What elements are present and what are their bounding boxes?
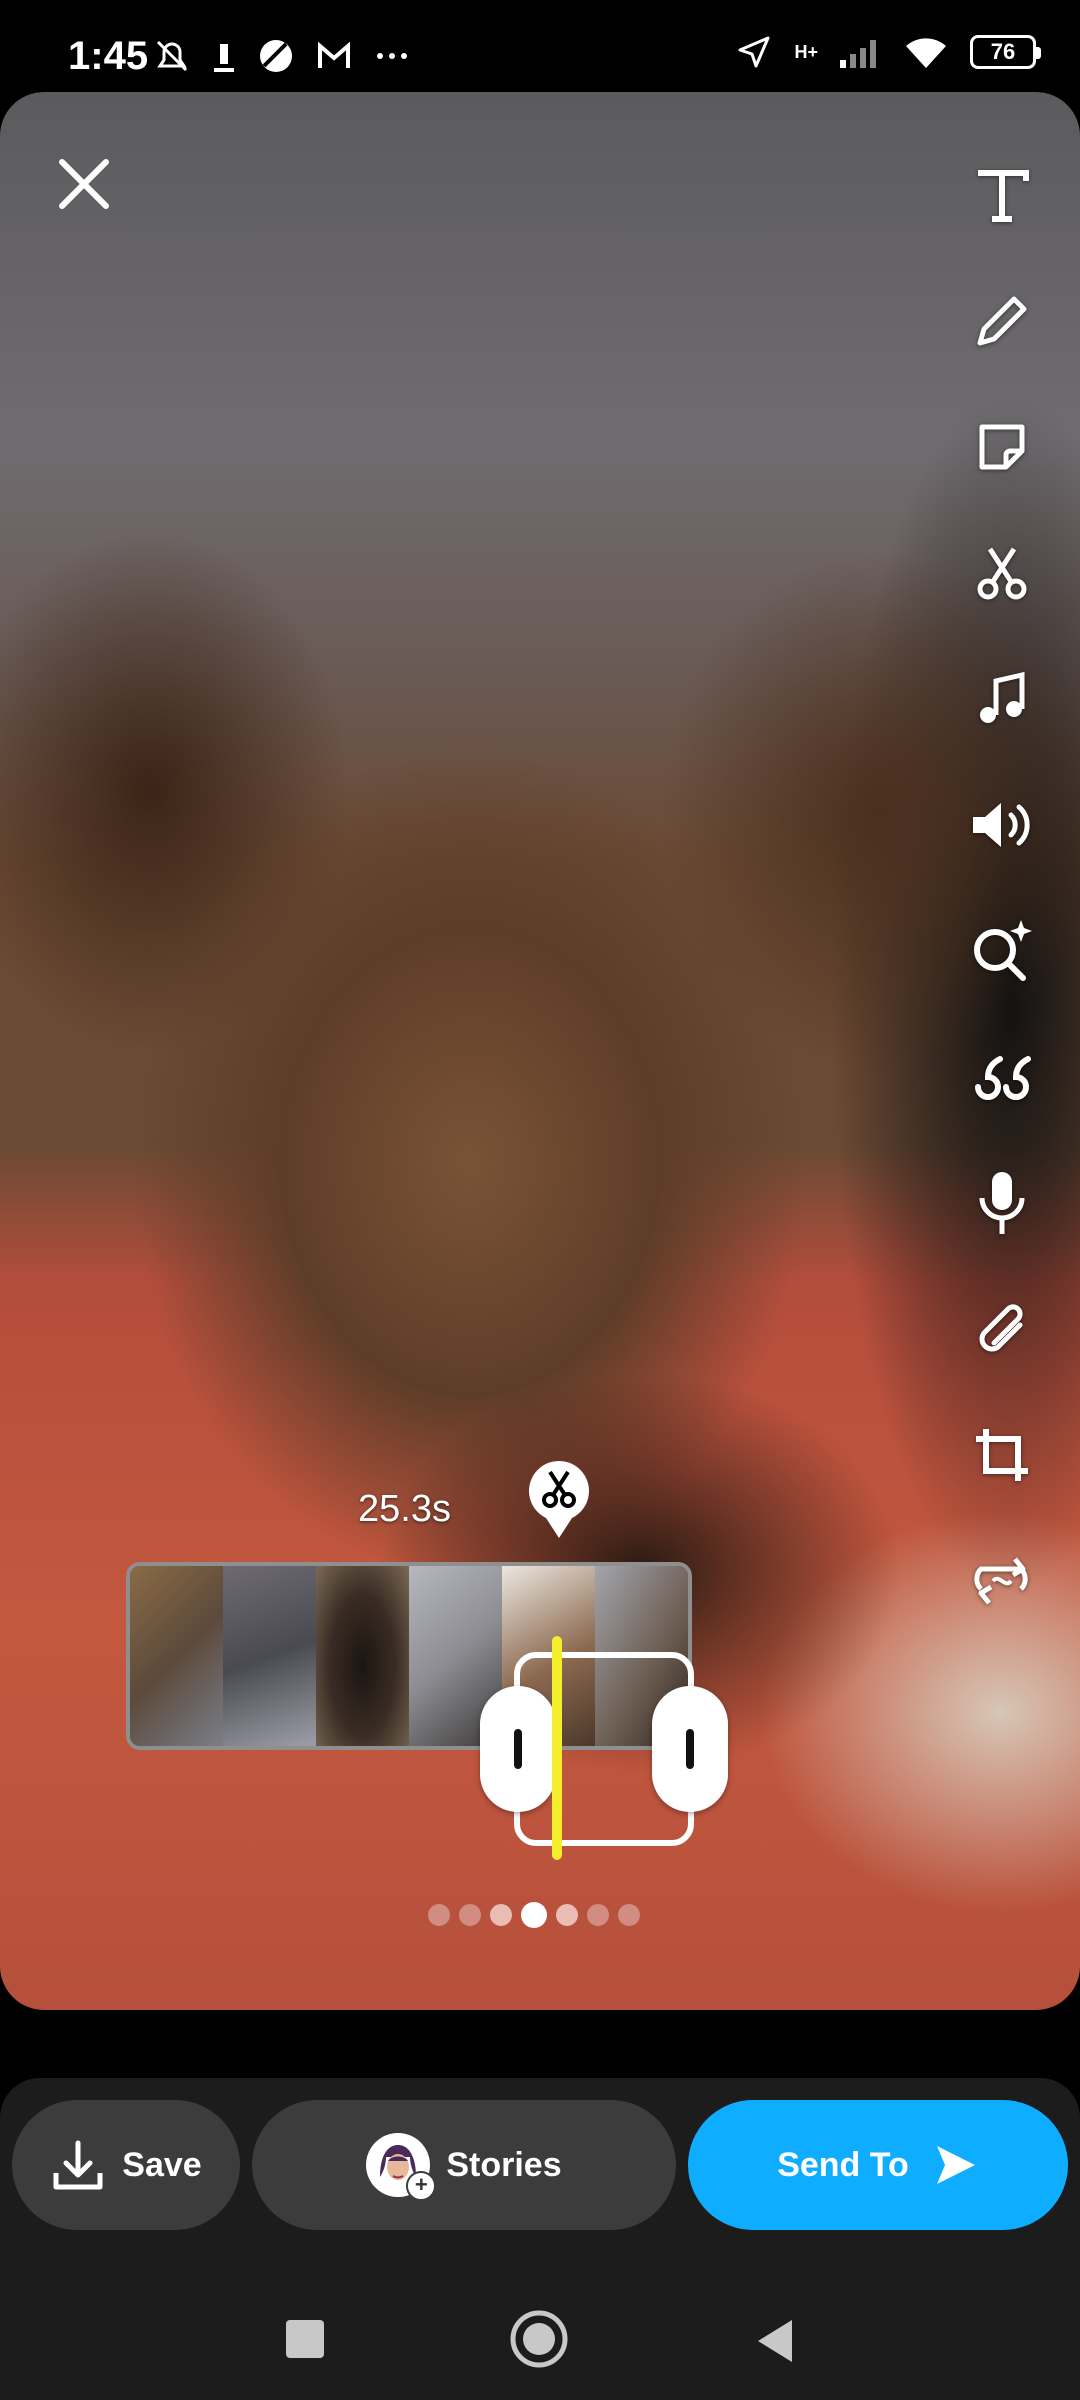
quote-tool[interactable] <box>952 1014 1052 1140</box>
circle-app-icon <box>260 40 292 72</box>
crop-tool[interactable] <box>952 1392 1052 1518</box>
avatar: + <box>366 2133 437 2201</box>
split-marker-icon[interactable] <box>528 1460 590 1540</box>
trim-end-handle[interactable] <box>652 1686 728 1812</box>
notification-icons <box>152 36 412 76</box>
system-icons: H+ 76 <box>734 32 1041 72</box>
recents-icon[interactable] <box>282 2316 328 2362</box>
pencil-icon <box>977 296 1027 346</box>
battery-level: 76 <box>990 39 1016 64</box>
home-icon[interactable] <box>508 2308 570 2370</box>
status-time: 1:45 <box>68 34 149 78</box>
filmstrip-frame <box>130 1566 223 1746</box>
stories-label: Stories <box>446 2145 562 2184</box>
playhead[interactable] <box>552 1636 562 1860</box>
microphone-icon <box>979 1172 1025 1234</box>
editor-toolbar <box>942 132 1062 1644</box>
battery-icon: 76 <box>970 35 1041 69</box>
wifi-icon <box>906 38 946 68</box>
text-icon <box>978 170 1029 222</box>
page-dot[interactable] <box>490 1904 512 1926</box>
send-arrow-icon <box>936 2146 975 2184</box>
loop-icon <box>974 1557 1028 1605</box>
page-dot[interactable] <box>618 1904 640 1926</box>
attach-tool[interactable] <box>952 1266 1052 1392</box>
more-dots-icon <box>377 53 407 59</box>
music-tool[interactable] <box>952 636 1052 762</box>
status-bar: 1:45 H+ 76 <box>0 0 1080 92</box>
save-button[interactable]: Save <box>12 2100 240 2230</box>
lens-tool[interactable] <box>952 888 1052 1014</box>
page-dot[interactable] <box>556 1904 578 1926</box>
send-to-button[interactable]: Send To <box>688 2100 1068 2230</box>
save-label: Save <box>122 2145 202 2184</box>
location-arrow-icon <box>738 36 770 68</box>
magic-search-icon <box>974 920 1032 981</box>
scissors-icon <box>977 547 1027 600</box>
send-to-label: Send To <box>777 2145 909 2184</box>
crop-icon <box>976 1429 1028 1481</box>
stories-button[interactable]: + Stories <box>252 2100 676 2230</box>
signal-icon <box>840 40 876 68</box>
page-dot[interactable] <box>459 1904 481 1926</box>
network-type-label: H+ <box>794 41 818 62</box>
draw-tool[interactable] <box>952 258 1052 384</box>
loop-tool[interactable] <box>952 1518 1052 1644</box>
filmstrip-frame <box>223 1566 316 1746</box>
voice-tool[interactable] <box>952 1140 1052 1266</box>
sound-tool[interactable] <box>952 762 1052 888</box>
music-icon <box>980 671 1025 723</box>
mute-icon <box>156 40 188 72</box>
filmstrip-frame <box>316 1566 409 1746</box>
close-icon[interactable] <box>52 152 116 216</box>
paperclip-icon <box>979 1304 1023 1352</box>
scissors-tool[interactable] <box>952 510 1052 636</box>
trim-start-handle[interactable] <box>480 1686 556 1812</box>
download-icon <box>53 2140 103 2190</box>
action-bar: Save + Stories Send To <box>0 2078 1080 2278</box>
page-dot[interactable] <box>587 1904 609 1926</box>
sticker-icon <box>979 424 1025 470</box>
gmail-icon <box>318 41 350 68</box>
system-nav-bar <box>0 2278 1080 2400</box>
snap-page-indicator <box>428 1902 640 1928</box>
quote-icon <box>975 1056 1031 1100</box>
add-story-icon: + <box>406 2171 437 2201</box>
back-icon[interactable] <box>752 2316 798 2366</box>
page-dot-active[interactable] <box>521 1902 547 1928</box>
text-tool[interactable] <box>952 132 1052 258</box>
download-icon <box>214 44 234 72</box>
clip-duration: 25.3s <box>358 1488 451 1530</box>
page-dot[interactable] <box>428 1904 450 1926</box>
sticker-tool[interactable] <box>952 384 1052 510</box>
speaker-icon <box>973 803 1030 847</box>
